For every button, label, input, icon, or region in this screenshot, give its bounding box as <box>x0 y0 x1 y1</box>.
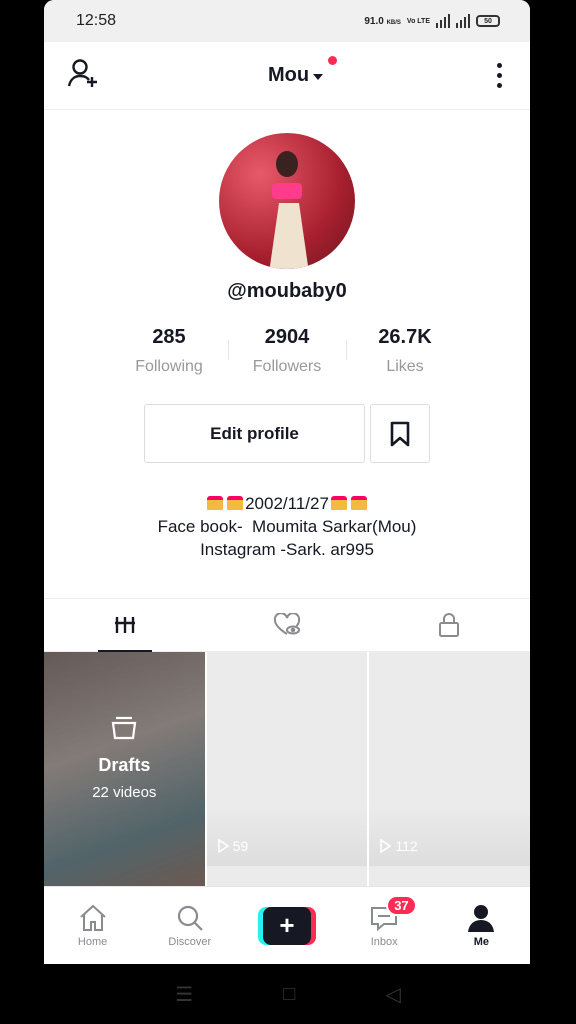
tab-private[interactable] <box>368 599 530 651</box>
bookmark-button[interactable] <box>370 404 430 463</box>
grid-icon <box>115 617 135 633</box>
status-indicators: 91.0 KB/S Vo LTE 50 <box>364 14 500 28</box>
bookmark-icon <box>390 421 410 446</box>
cake-emoji-icon <box>227 496 244 510</box>
tab-liked[interactable] <box>206 599 368 651</box>
recents-icon[interactable]: ☰ <box>175 982 193 1007</box>
video-grid: Drafts 22 videos 59 112 <box>44 652 530 886</box>
status-time: 12:58 <box>76 12 117 29</box>
bio: 2002/11/27 Face book- Moumita Sarkar(Mou… <box>44 492 530 561</box>
cake-emoji-icon <box>350 496 367 510</box>
lock-icon <box>439 613 459 637</box>
drafts-icon <box>112 716 137 740</box>
back-icon[interactable]: ◁ <box>385 982 400 1007</box>
stat-likes[interactable]: 26.7K Likes <box>346 326 464 376</box>
network-speed: 91.0 KB/S <box>364 15 401 27</box>
nav-label: Inbox <box>370 935 398 948</box>
page-title: Mou <box>267 64 310 86</box>
nav-me[interactable]: Me <box>433 887 530 964</box>
app-screen: 12:58 91.0 KB/S Vo LTE 50 Mou @moubaby0 … <box>44 0 530 964</box>
profile-stats: 285 Following 2904 Followers 26.7K Likes <box>110 326 464 376</box>
video-tile[interactable]: 59 <box>206 652 368 886</box>
tab-videos[interactable] <box>44 599 206 652</box>
nav-label: Me <box>473 935 490 948</box>
home-icon <box>79 904 106 931</box>
nav-create[interactable]: + <box>238 887 335 964</box>
signal-icon <box>436 14 450 28</box>
view-count: 112 <box>379 838 418 854</box>
bottom-navigation: Home Discover + Inbox 37 Me <box>44 886 530 964</box>
view-count: 59 <box>217 838 248 854</box>
account-switcher[interactable]: Mou <box>267 56 338 87</box>
stat-value: 26.7K <box>378 326 432 348</box>
cake-emoji-icon <box>207 496 224 510</box>
battery-icon: 50 <box>476 15 500 27</box>
notification-dot <box>328 56 338 65</box>
drafts-title: Drafts <box>98 755 151 775</box>
home-button-icon[interactable]: □ <box>283 983 295 1006</box>
nav-home[interactable]: Home <box>44 887 141 964</box>
username: @moubaby0 <box>227 280 347 302</box>
profile-icon <box>468 904 495 932</box>
hidden-heart-icon <box>273 613 301 635</box>
bio-birthday-line: 2002/11/27 <box>44 492 530 515</box>
add-friend-icon[interactable] <box>66 57 100 94</box>
stat-value: 2904 <box>264 326 310 348</box>
stat-label: Likes <box>386 358 424 375</box>
play-icon <box>217 839 229 853</box>
content-tabs <box>44 598 530 652</box>
bio-facebook-line: Face book- Moumita Sarkar(Mou) <box>157 517 417 536</box>
bio-instagram-line: Instagram -Sark. ar995 <box>200 540 374 559</box>
stat-followers[interactable]: 2904 Followers <box>228 326 346 376</box>
drafts-tile[interactable]: Drafts 22 videos <box>44 652 205 886</box>
signal-icon-2 <box>456 14 470 28</box>
more-options-icon[interactable] <box>491 59 508 92</box>
nav-label: Discover <box>168 935 212 948</box>
inbox-badge: 37 <box>386 895 417 916</box>
create-button[interactable]: + <box>258 906 316 945</box>
stat-following[interactable]: 285 Following <box>110 326 228 376</box>
avatar-photo <box>269 151 309 269</box>
nav-discover[interactable]: Discover <box>141 887 238 964</box>
plus-icon: + <box>263 906 311 945</box>
play-icon <box>380 839 392 853</box>
stat-value: 285 <box>152 326 186 348</box>
nav-label: Home <box>77 935 108 948</box>
search-icon <box>177 905 203 931</box>
video-tile[interactable]: 112 <box>369 652 530 886</box>
cake-emoji-icon <box>330 496 347 510</box>
volte-indicator: Vo LTE <box>406 17 430 25</box>
profile-header: Mou <box>44 42 530 110</box>
drafts-count: 22 videos <box>92 784 157 801</box>
avatar[interactable] <box>219 133 355 269</box>
status-bar: 12:58 91.0 KB/S Vo LTE 50 <box>44 0 530 42</box>
nav-inbox[interactable]: Inbox 37 <box>336 887 433 964</box>
edit-profile-button[interactable]: Edit profile <box>144 404 365 463</box>
stat-label: Following <box>135 358 203 375</box>
chevron-down-icon <box>313 73 324 80</box>
stat-label: Followers <box>252 358 322 375</box>
system-navigation-bar: ☰ □ ◁ <box>0 964 576 1024</box>
